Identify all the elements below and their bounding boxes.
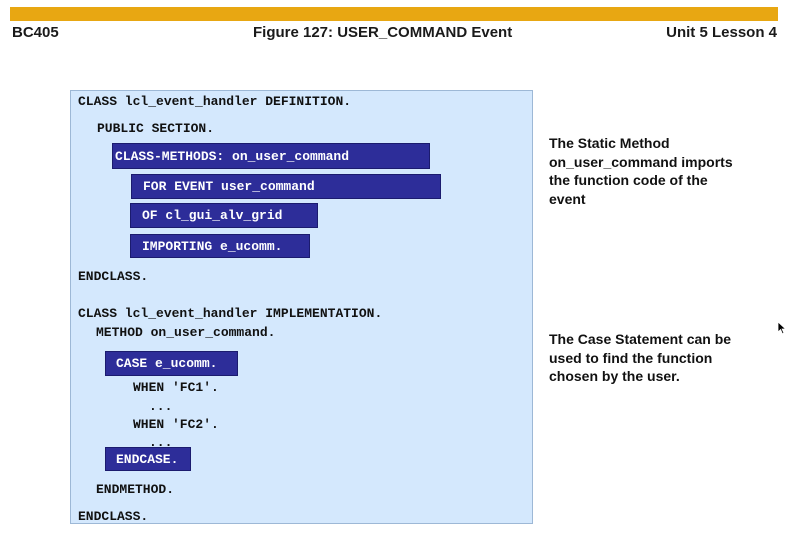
highlight-of-grid: OF cl_gui_alv_grid bbox=[130, 203, 318, 228]
highlight-for-event: FOR EVENT user_command bbox=[131, 174, 441, 199]
code-endclass-1: ENDCLASS. bbox=[78, 269, 149, 284]
mouse-pointer-icon bbox=[777, 321, 787, 335]
code-endmethod: ENDMETHOD. bbox=[96, 482, 175, 497]
code-of-grid: OF cl_gui_alv_grid bbox=[142, 208, 283, 223]
figure-title: Figure 127: USER_COMMAND Event bbox=[253, 24, 513, 41]
highlight-class-methods: CLASS-METHODS: on_user_command bbox=[112, 143, 430, 169]
header-accent-bar bbox=[10, 7, 778, 21]
code-importing: IMPORTING e_ucomm. bbox=[142, 239, 283, 254]
code-when-fc1: WHEN 'FC1'. bbox=[133, 380, 219, 395]
course-code: BC405 bbox=[12, 24, 59, 41]
note-case-statement: The Case Statement can be used to find t… bbox=[549, 331, 732, 384]
code-public-section: PUBLIC SECTION. bbox=[97, 121, 215, 136]
highlight-case: CASE e_ucomm. bbox=[105, 351, 238, 376]
code-dots-1: ... bbox=[149, 399, 173, 414]
note-static-method: The Static Method on_user_command import… bbox=[549, 135, 733, 207]
code-class-methods: CLASS-METHODS: on_user_command bbox=[115, 149, 350, 164]
code-endclass-2: ENDCLASS. bbox=[78, 509, 149, 524]
highlight-importing: IMPORTING e_ucomm. bbox=[130, 234, 310, 258]
code-class-definition: CLASS lcl_event_handler DEFINITION. bbox=[78, 94, 352, 109]
code-panel: CLASS lcl_event_handler DEFINITION. PUBL… bbox=[70, 90, 533, 524]
code-for-event: FOR EVENT user_command bbox=[143, 179, 315, 194]
code-when-fc2: WHEN 'FC2'. bbox=[133, 417, 219, 432]
unit-lesson: Unit 5 Lesson 4 bbox=[666, 24, 777, 41]
code-method: METHOD on_user_command. bbox=[96, 325, 276, 340]
code-endcase: ENDCASE. bbox=[116, 452, 179, 467]
code-case: CASE e_ucomm. bbox=[116, 356, 218, 371]
code-class-implementation: CLASS lcl_event_handler IMPLEMENTATION. bbox=[78, 306, 383, 321]
highlight-endcase: ENDCASE. bbox=[105, 447, 191, 471]
